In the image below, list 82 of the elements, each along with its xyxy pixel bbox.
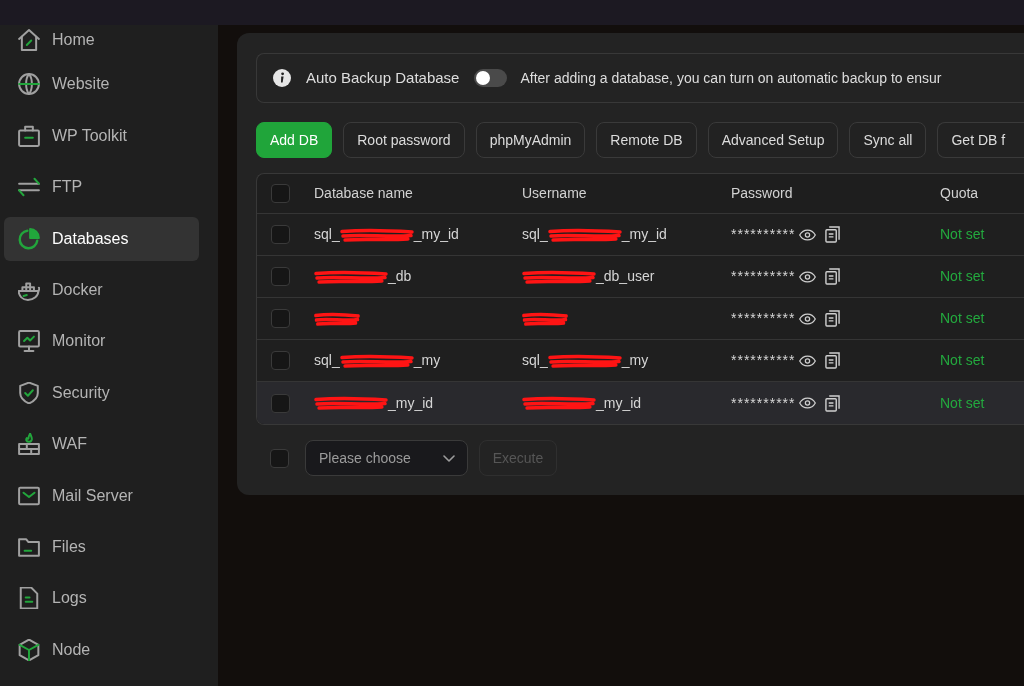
swap-arrows-icon bbox=[18, 176, 40, 199]
toolbar-button[interactable]: Advanced Setup bbox=[707, 122, 839, 158]
folder-icon bbox=[18, 535, 40, 558]
briefcase-icon bbox=[18, 124, 40, 147]
sidebar-item[interactable]: Files bbox=[4, 524, 199, 569]
toolbar-button[interactable]: Get DB f bbox=[937, 122, 1024, 158]
eye-icon[interactable] bbox=[799, 270, 817, 283]
checkbox[interactable] bbox=[271, 225, 290, 244]
column-header: Password bbox=[731, 184, 793, 203]
password-mask: ********** bbox=[731, 351, 796, 370]
checkbox[interactable] bbox=[271, 267, 290, 286]
sidebar-item[interactable]: Home bbox=[4, 25, 199, 55]
cell-text: _my_id bbox=[596, 393, 642, 413]
column-header: Database name bbox=[314, 184, 413, 203]
sidebar-item[interactable]: Security bbox=[4, 370, 199, 415]
sidebar-item[interactable]: FTP bbox=[4, 165, 199, 210]
bulk-action-select[interactable]: Please choose bbox=[305, 440, 468, 476]
eye-icon[interactable] bbox=[799, 397, 817, 409]
toolbar-button[interactable]: Root password bbox=[343, 122, 465, 158]
checkbox[interactable] bbox=[270, 448, 289, 468]
toolbar-button[interactable]: Remote DB bbox=[596, 122, 697, 158]
auto-backup-label: Auto Backup Database bbox=[306, 67, 460, 88]
redaction-scribble bbox=[314, 311, 360, 326]
monitor-icon bbox=[18, 330, 40, 353]
cell-text: _my_id bbox=[413, 225, 459, 244]
envelope-icon bbox=[18, 484, 40, 507]
password-mask: ********** bbox=[731, 267, 796, 286]
column-header: Quota bbox=[940, 184, 979, 203]
cell-text: sql_ bbox=[314, 351, 340, 370]
toolbar-button[interactable]: phpMyAdmin bbox=[475, 122, 586, 158]
password-mask: ********** bbox=[731, 309, 796, 328]
copy-icon[interactable] bbox=[825, 268, 841, 285]
sidebar-item[interactable]: Databases bbox=[4, 216, 199, 261]
checkbox[interactable] bbox=[271, 351, 290, 370]
cell-text: sql_ bbox=[522, 225, 548, 244]
sidebar-item[interactable]: Mail Server bbox=[4, 473, 199, 518]
sidebar-item[interactable]: WP Toolkit bbox=[4, 113, 199, 158]
cell-text: _my_id bbox=[621, 225, 667, 244]
sidebar-item[interactable]: WAF bbox=[4, 422, 199, 467]
password-mask: ********** bbox=[731, 393, 796, 413]
copy-icon[interactable] bbox=[825, 352, 841, 369]
cell-text: _db_user bbox=[596, 267, 655, 286]
globe-icon bbox=[18, 73, 40, 96]
password-mask: ********** bbox=[731, 225, 796, 244]
eye-icon[interactable] bbox=[799, 228, 817, 241]
sidebar-item[interactable]: Logs bbox=[4, 576, 199, 621]
checkbox[interactable] bbox=[271, 393, 290, 413]
brick-wall-flame-icon bbox=[18, 433, 40, 456]
home-icon bbox=[18, 29, 40, 51]
quota-status: Not set bbox=[940, 393, 985, 413]
sidebar-item[interactable]: Node bbox=[4, 627, 199, 672]
pie-chart-icon bbox=[18, 227, 40, 250]
chevron-down-icon bbox=[443, 454, 455, 462]
cell-text: _my bbox=[621, 351, 649, 370]
checkbox[interactable] bbox=[271, 309, 290, 328]
sidebar-item[interactable]: Docker bbox=[4, 267, 199, 312]
checkbox[interactable] bbox=[271, 184, 290, 203]
redaction-scribble bbox=[522, 311, 568, 326]
toggle-switch[interactable] bbox=[474, 69, 508, 87]
cell-text: sql_ bbox=[314, 225, 340, 244]
cell-text: sql_ bbox=[522, 351, 548, 370]
toolbar-button[interactable]: Sync all bbox=[849, 122, 927, 158]
column-header: Username bbox=[522, 184, 587, 203]
quota-status: Not set bbox=[940, 267, 985, 286]
quota-status: Not set bbox=[940, 225, 985, 244]
eye-icon[interactable] bbox=[799, 312, 817, 325]
copy-icon[interactable] bbox=[825, 226, 841, 243]
sidebar-item[interactable]: Monitor bbox=[4, 319, 199, 364]
cell-text: _my_id bbox=[388, 393, 434, 413]
copy-icon[interactable] bbox=[825, 394, 841, 412]
shield-check-icon bbox=[18, 381, 40, 404]
sidebar-item[interactable]: Website bbox=[4, 62, 199, 107]
document-icon bbox=[18, 587, 40, 610]
quota-status: Not set bbox=[940, 351, 985, 370]
auto-backup-description: After adding a database, you can turn on automatic backup to ensur bbox=[520, 68, 942, 88]
quota-status: Not set bbox=[940, 309, 985, 328]
cube-icon bbox=[18, 638, 40, 661]
cell-text: _db bbox=[388, 267, 412, 286]
copy-icon[interactable] bbox=[825, 310, 841, 327]
cell-text: _my bbox=[413, 351, 441, 370]
info-icon bbox=[273, 69, 291, 87]
eye-icon[interactable] bbox=[799, 354, 817, 367]
